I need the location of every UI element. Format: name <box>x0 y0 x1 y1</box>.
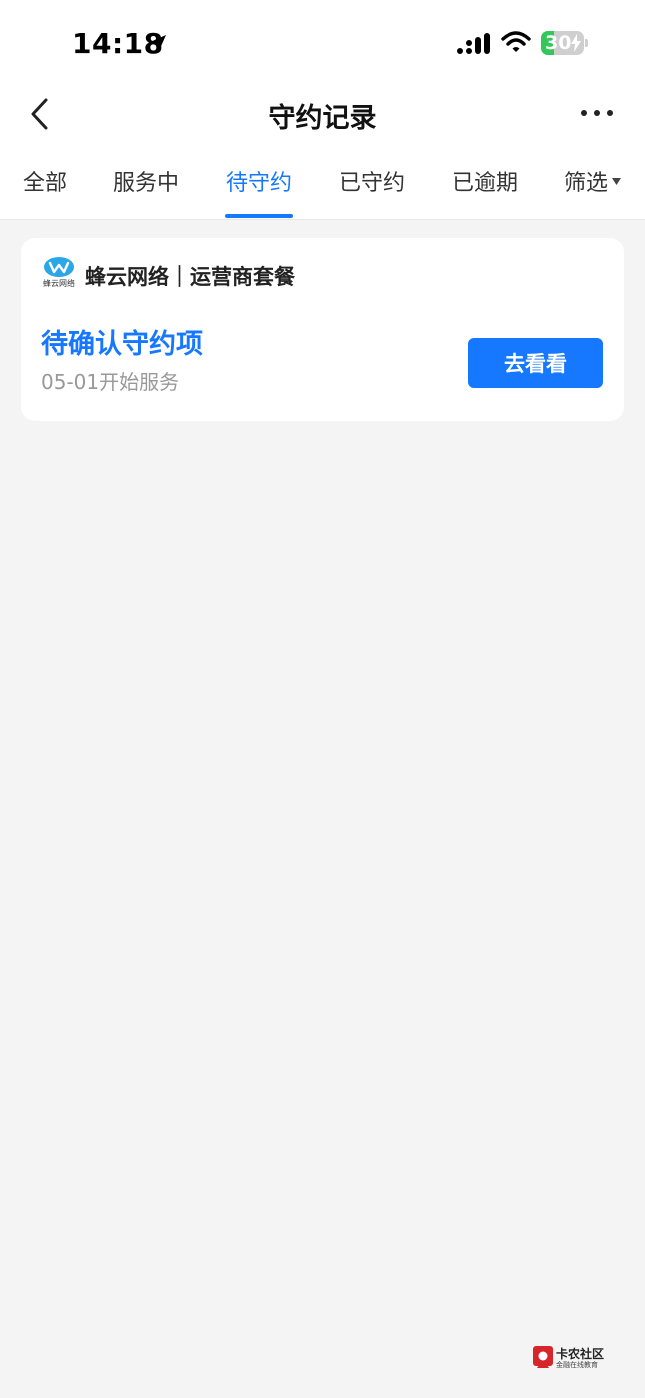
tab-in-service[interactable]: 服务中 <box>113 165 179 197</box>
more-options-icon[interactable] <box>578 104 618 122</box>
header: 14:18 30 守约记录 全部 服务中 待守约 已守约 已逾期 筛选 <box>0 0 645 220</box>
watermark: 卡农社区 金融在线教育 <box>532 1345 612 1371</box>
service-start-date: 05-01开始服务 <box>41 370 180 394</box>
merchant-logo: 蜂云网络 <box>43 257 75 288</box>
battery-indicator: 30 <box>541 31 584 55</box>
watermark-logo-icon <box>533 1346 553 1368</box>
battery-percentage: 30 <box>545 32 572 54</box>
tab-filter[interactable]: 筛选 <box>564 165 608 197</box>
merchant-name: 蜂云网络｜运营商套餐 <box>85 265 295 289</box>
cellular-signal-icon <box>457 33 490 54</box>
location-arrow-icon <box>148 35 166 53</box>
tab-all[interactable]: 全部 <box>23 165 67 197</box>
view-button[interactable]: 去看看 <box>468 338 603 388</box>
commitment-card[interactable]: 蜂云网络 蜂云网络｜运营商套餐 待确认守约项 05-01开始服务 去看看 <box>21 238 624 421</box>
charging-bolt-icon <box>571 34 581 52</box>
tab-overdue[interactable]: 已逾期 <box>452 165 518 197</box>
item-title: 待确认守约项 <box>41 329 203 360</box>
battery-cap <box>585 39 588 47</box>
page-title: 守约记录 <box>268 103 377 134</box>
caret-down-icon <box>612 178 621 185</box>
wifi-icon <box>501 31 531 52</box>
active-tab-indicator <box>225 214 293 218</box>
svg-text:蜂云网络: 蜂云网络 <box>43 278 75 288</box>
watermark-subtitle: 金融在线教育 <box>556 1361 598 1369</box>
tab-pending[interactable]: 待守约 <box>226 165 292 197</box>
tab-kept[interactable]: 已守约 <box>339 165 405 197</box>
